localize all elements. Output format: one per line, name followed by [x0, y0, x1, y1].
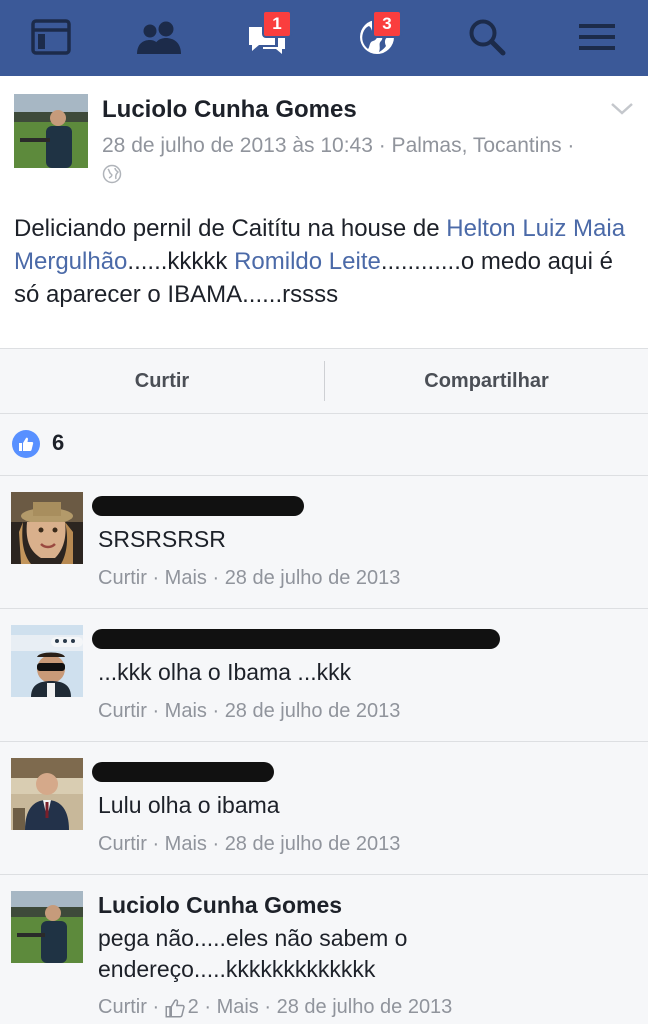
meta-separator: · — [146, 700, 165, 722]
search-icon — [469, 19, 506, 56]
redacted-commenter-name — [92, 762, 274, 782]
meta-separator: · — [206, 833, 225, 855]
comment-date: 28 de julho de 2013 — [224, 700, 401, 722]
friends-button[interactable] — [132, 10, 186, 64]
comment-text: pega não.....eles não sabem o endereço..… — [98, 925, 408, 982]
news-feed-icon — [31, 19, 71, 55]
comment: ...kkk olha o Ibama ...kkk Curtir · Mais… — [0, 609, 648, 742]
comment-more-link[interactable]: Mais — [165, 567, 207, 590]
mention-romildo[interactable]: Romildo Leite — [234, 248, 381, 275]
meta-separator: · — [198, 996, 217, 1018]
post-options-chevron-icon[interactable] — [610, 102, 634, 121]
comment-like-link[interactable]: Curtir — [98, 700, 147, 723]
post-text-part-1: Deliciando pernil de Caitítu na house de — [14, 215, 447, 242]
post-text-part-2: ......kkkkk — [127, 248, 235, 275]
search-button[interactable] — [460, 10, 514, 64]
menu-icon — [579, 24, 615, 50]
commenter-name[interactable]: Luciolo Cunha Gomes — [98, 892, 342, 919]
post-card: Luciolo Cunha Gomes 28 de julho de 2013 … — [0, 76, 648, 348]
meta-separator: · — [146, 996, 165, 1018]
comment-meta: Curtir · Mais · 28 de julho de 2013 — [98, 833, 400, 856]
redacted-commenter-name — [92, 496, 304, 516]
comment-more-link[interactable]: Mais — [165, 700, 207, 723]
menu-button[interactable] — [570, 10, 624, 64]
thumbs-up-icon — [12, 430, 40, 458]
commenter-avatar[interactable] — [11, 625, 83, 697]
meta-separator: · — [146, 567, 165, 589]
meta-separator: · — [206, 567, 225, 589]
post-actions-bar: Curtir Compartilhar — [0, 348, 648, 414]
comment-text: ...kkk olha o Ibama ...kkk — [98, 659, 352, 685]
comment-like-link[interactable]: Curtir — [98, 996, 147, 1019]
reaction-thumbs-up-icon — [165, 998, 185, 1017]
friends-icon — [137, 21, 181, 54]
meta-separator: · — [206, 700, 225, 722]
reaction-count[interactable]: 2 — [188, 996, 199, 1019]
comment-more-link[interactable]: Mais — [217, 996, 259, 1019]
news-feed-button[interactable] — [24, 10, 78, 64]
comment-date: 28 de julho de 2013 — [224, 567, 401, 589]
commenter-avatar[interactable] — [11, 758, 83, 830]
meta-separator: · — [258, 996, 277, 1018]
comment-text: SRSRSRSR — [98, 526, 226, 552]
top-nav-bar: 1 3 — [0, 0, 648, 76]
post-meta: 28 de julho de 2013 às 10:43 · Palmas, T… — [102, 134, 575, 157]
comment-meta: Curtir · Mais · 28 de julho de 2013 — [98, 700, 400, 723]
post-text: Deliciando pernil de Caitítu na house de… — [14, 212, 644, 311]
commenter-avatar[interactable] — [11, 492, 83, 564]
comment: Lulu olha o ibama Curtir · Mais · 28 de … — [0, 742, 648, 875]
comment-date: 28 de julho de 2013 — [224, 833, 401, 855]
comment: SRSRSRSR Curtir · Mais · 28 de julho de … — [0, 476, 648, 609]
public-globe-icon — [102, 164, 122, 189]
notifications-button[interactable]: 3 — [350, 10, 404, 64]
comment-like-link[interactable]: Curtir — [98, 833, 147, 856]
likes-summary[interactable]: 6 — [0, 414, 648, 476]
post-author-name[interactable]: Luciolo Cunha Gomes — [102, 96, 357, 124]
comment-date: 28 de julho de 2013 — [276, 996, 453, 1018]
comment-meta: Curtir · Mais · 28 de julho de 2013 — [98, 567, 400, 590]
commenter-avatar[interactable] — [11, 891, 83, 963]
notifications-badge: 3 — [372, 10, 402, 38]
comment-meta: Curtir · 2 · Mais · 28 de julho de 2013 — [98, 996, 452, 1019]
meta-separator: · — [146, 833, 165, 855]
comment-text: Lulu olha o ibama — [98, 792, 280, 818]
like-button[interactable]: Curtir — [0, 349, 324, 413]
comment-like-link[interactable]: Curtir — [98, 567, 147, 590]
share-button[interactable]: Compartilhar — [325, 349, 648, 413]
comment-more-link[interactable]: Mais — [165, 833, 207, 856]
post-author-avatar[interactable] — [14, 94, 88, 168]
messages-badge: 1 — [262, 10, 292, 38]
redacted-commenter-name — [92, 629, 500, 649]
comment: Luciolo Cunha Gomes pega não.....eles nã… — [0, 875, 648, 1024]
likes-count: 6 — [52, 430, 65, 455]
messages-button[interactable]: 1 — [240, 10, 294, 64]
